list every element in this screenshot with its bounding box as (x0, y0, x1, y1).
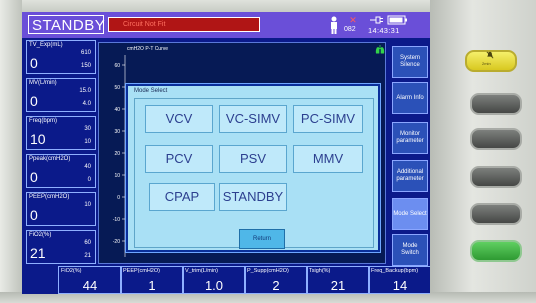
dialog-title: Mode Select (134, 88, 168, 94)
param-value: 21 (30, 245, 46, 261)
mode-vcv-button[interactable]: VCV (145, 105, 213, 133)
setting-freq-backup[interactable]: Freq_Backup(bpm) 14 (368, 266, 430, 294)
param-freq: Freq(bpm) 10 30 10 (26, 116, 96, 150)
system-silence-button[interactable]: System Silence (392, 46, 428, 78)
hardware-key-2[interactable] (470, 128, 522, 150)
y-tick-label: 40 (114, 107, 120, 113)
param-high-limit: 30 (84, 126, 91, 132)
param-fio2: FiO2(%) 21 60 21 (26, 230, 96, 264)
mode-select-dialog: Mode Select VCV VC-SIMV PC-SIMV PCV PSV … (126, 84, 380, 252)
mode-title: STANDBY (28, 15, 105, 34)
param-label: FiO2(%) (29, 232, 52, 238)
hardware-key-1[interactable] (470, 93, 522, 115)
setting-value: 2 (272, 278, 280, 293)
header-bar: STANDBY Circuit Not Fit ✕ 082 14:43:31 (22, 12, 430, 38)
setting-value: 1 (148, 278, 156, 293)
y-tick-label: 30 (114, 129, 120, 135)
param-high-limit: 610 (80, 50, 91, 56)
mode-switch-button[interactable]: Mode Switch (392, 234, 428, 266)
bell-icon (486, 51, 494, 59)
mode-pc-simv-button[interactable]: PC-SIMV (293, 105, 363, 133)
setting-v-trim[interactable]: V_trim(L/min) 1.0 (182, 266, 246, 294)
setting-label: FiO2(%) (61, 268, 82, 274)
monitor-parameters-panel: TV_Exp(mL) 0 610 150 MV(L/min) 0 15.0 4.… (22, 40, 96, 266)
mode-psv-button[interactable]: PSV (219, 145, 287, 173)
setting-p-supp[interactable]: P_Supp(cmH2O) 2 (244, 266, 308, 294)
battery-icon (370, 15, 407, 25)
mode-cpap-button[interactable]: CPAP (149, 183, 215, 211)
settings-strip: FiO2(%) 44 PEEP(cmH2O) 1 V_trim(L/min) 1… (22, 266, 430, 294)
param-high-limit: 10 (84, 202, 91, 208)
y-tick-label: 10 (114, 173, 120, 179)
setting-value: 14 (392, 278, 408, 293)
hardware-key-green[interactable] (470, 240, 522, 262)
mode-pcv-button[interactable]: PCV (145, 145, 213, 173)
alarm-count: 082 (344, 26, 356, 33)
additional-parameter-button[interactable]: Additional parameter (392, 160, 428, 192)
alarm-info-button[interactable]: Alarm Info (392, 82, 428, 114)
param-low-limit: 150 (80, 63, 91, 69)
hardware-key-3[interactable] (470, 166, 522, 188)
return-button[interactable]: Return (239, 229, 285, 249)
y-tick-label: -10 (113, 217, 120, 223)
patient-icon (331, 16, 337, 34)
setting-label: Freq_Backup(bpm) (371, 268, 419, 274)
mode-select-button[interactable]: Mode Select (392, 198, 428, 230)
monitor-parameter-button[interactable]: Monitor parameter (392, 122, 428, 154)
setting-label: P_Supp(cmH2O) (247, 268, 289, 274)
param-low-limit: 4.0 (82, 101, 91, 107)
setting-value: 44 (82, 278, 98, 293)
param-value: 0 (30, 55, 38, 71)
dialog-panel: VCV VC-SIMV PC-SIMV PCV PSV MMV CPAP STA… (134, 98, 374, 249)
y-tick-label: 60 (114, 63, 120, 69)
param-tv-exp: TV_Exp(mL) 0 610 150 (26, 40, 96, 74)
param-label: PEEP(cmH2O) (29, 194, 70, 200)
hardware-key-4[interactable] (470, 203, 522, 225)
param-low-limit: 0 (87, 177, 91, 183)
setting-label: V_trim(L/min) (185, 268, 219, 274)
device-bezel-left (0, 0, 22, 303)
param-label: Freq(bpm) (29, 118, 58, 124)
param-high-limit: 15.0 (79, 88, 91, 94)
param-high-limit: 40 (84, 164, 91, 170)
param-ppeak: Ppeak(cmH2O) 0 40 0 (26, 154, 96, 188)
silence-key-label: 2min (482, 61, 491, 66)
param-value: 0 (30, 207, 38, 223)
y-tick-label: 0 (117, 195, 120, 201)
setting-label: PEEP(cmH2O) (123, 268, 160, 274)
param-low-limit: 10 (84, 139, 91, 145)
param-label: TV_Exp(mL) (29, 42, 63, 48)
setting-label: Tsigh(%) (309, 268, 331, 274)
param-low-limit: 21 (84, 253, 91, 259)
ventilator-screen: STANDBY Circuit Not Fit ✕ 082 14:43:31 T… (22, 12, 430, 294)
alarm-off-icon: ✕ (349, 15, 357, 25)
y-tick-label: 20 (114, 151, 120, 157)
param-label: MV(L/min) (29, 80, 57, 86)
param-value: 0 (30, 93, 38, 109)
y-tick-label: 50 (114, 85, 120, 91)
param-mv: MV(L/min) 0 15.0 4.0 (26, 78, 96, 112)
param-label: Ppeak(cmH2O) (29, 156, 71, 162)
mode-mmv-button[interactable]: MMV (293, 145, 363, 173)
param-value: 10 (30, 131, 46, 147)
setting-tsigh[interactable]: Tsigh(%) 21 (306, 266, 370, 294)
param-value: 0 (30, 169, 38, 185)
setting-fio2[interactable]: FiO2(%) 44 (58, 266, 122, 294)
y-tick-label: -20 (113, 239, 120, 245)
mode-standby-button[interactable]: STANDBY (219, 183, 287, 211)
setting-value: 21 (330, 278, 346, 293)
setting-value: 1.0 (204, 278, 224, 293)
alarm-message[interactable]: Circuit Not Fit (108, 17, 260, 32)
mode-vc-simv-button[interactable]: VC-SIMV (219, 105, 287, 133)
param-peep: PEEP(cmH2O) 0 10 (26, 192, 96, 226)
param-high-limit: 60 (84, 240, 91, 246)
setting-peep[interactable]: PEEP(cmH2O) 1 (120, 266, 184, 294)
clock: 14:43:31 (368, 26, 400, 35)
